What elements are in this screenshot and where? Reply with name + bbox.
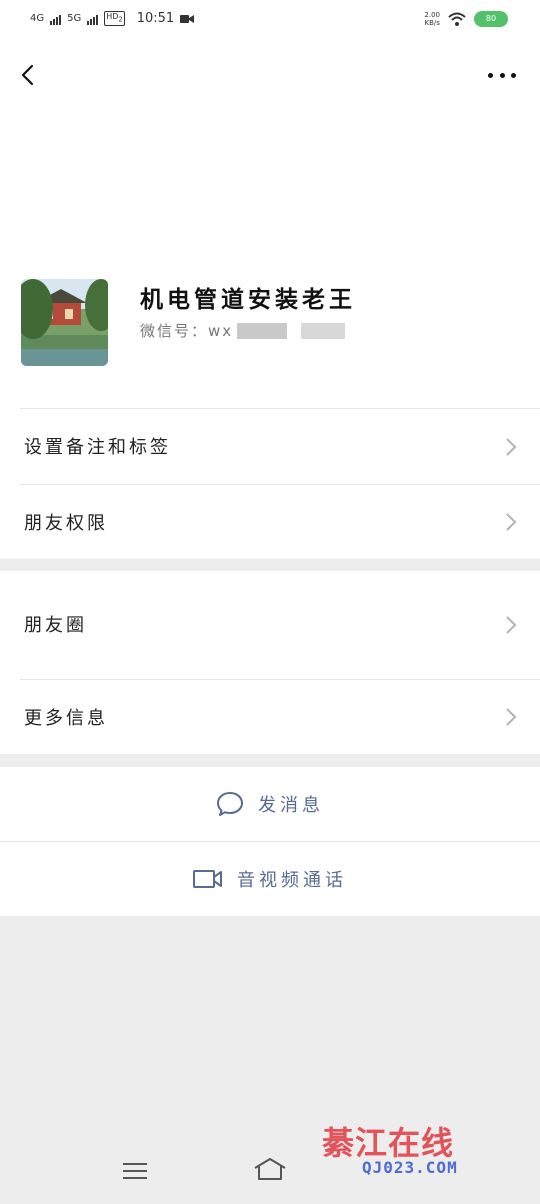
menu-item-friend-permissions[interactable]: 朋友权限 xyxy=(0,485,540,559)
send-message-label: 发消息 xyxy=(258,795,324,816)
hd-badge: HD2 xyxy=(104,11,125,26)
recent-apps-icon[interactable] xyxy=(122,1162,148,1180)
menu-item-more-info[interactable]: 更多信息 xyxy=(0,680,540,754)
wechat-id-label: 微信号：wx xyxy=(140,322,234,340)
home-icon[interactable] xyxy=(252,1156,288,1182)
network-speed: 2.00 KB/s xyxy=(424,11,440,27)
video-recording-icon xyxy=(180,14,195,23)
signal-icon xyxy=(50,13,62,25)
blurred-id-block xyxy=(301,322,346,339)
video-camera-icon xyxy=(193,870,222,888)
menu-item-label: 更多信息 xyxy=(24,708,108,729)
speed-unit: KB/s xyxy=(424,19,440,27)
battery-indicator: 80 xyxy=(474,11,508,27)
menu-item-label: 朋友权限 xyxy=(24,513,108,534)
profile-card: 机电管道安装老王 微信号：wx xyxy=(0,260,540,408)
video-call-label: 音视频通话 xyxy=(237,870,347,891)
menu-group-1: 设置备注和标签 朋友权限 xyxy=(0,408,540,559)
watermark-sub: QJ023.COM xyxy=(362,1158,458,1177)
video-call-button[interactable]: 音视频通话 xyxy=(0,842,540,916)
menu-item-label: 朋友圈 xyxy=(24,615,87,636)
status-bar: 4G 5G HD2 10:51 2.00 KB/s 80 xyxy=(0,0,540,40)
contact-name: 机电管道安装老王 xyxy=(140,286,356,313)
dot-icon xyxy=(499,72,505,78)
signal-label-5g: 5G xyxy=(67,13,82,24)
more-options-button[interactable] xyxy=(488,70,516,80)
menu-group-2: 朋友圈 更多信息 xyxy=(0,571,540,754)
chevron-right-icon xyxy=(506,708,517,726)
speed-value: 2.00 xyxy=(424,11,440,19)
chevron-right-icon xyxy=(506,438,517,456)
wifi-icon xyxy=(448,12,466,26)
blurred-id-block xyxy=(237,322,288,339)
menu-item-remarks-tags[interactable]: 设置备注和标签 xyxy=(0,409,540,484)
header xyxy=(0,40,540,260)
chevron-right-icon xyxy=(506,513,517,531)
avatar[interactable] xyxy=(21,279,108,366)
signal-label-4g: 4G xyxy=(30,13,45,24)
menu-item-moments[interactable]: 朋友圈 xyxy=(0,571,540,678)
chevron-right-icon xyxy=(506,616,517,634)
dot-icon xyxy=(511,72,516,78)
wechat-id: 微信号：wx xyxy=(140,320,346,341)
chat-bubble-icon xyxy=(217,792,243,816)
send-message-button[interactable]: 发消息 xyxy=(0,767,540,841)
watermark: 綦江在线 QJ023.COM xyxy=(318,1118,524,1188)
menu-item-label: 设置备注和标签 xyxy=(24,437,171,458)
hd-sub: 2 xyxy=(118,15,123,24)
back-arrow-icon[interactable] xyxy=(14,60,44,90)
signal-icon-2 xyxy=(87,13,99,25)
clock: 10:51 xyxy=(136,11,175,26)
dot-icon xyxy=(488,72,493,78)
